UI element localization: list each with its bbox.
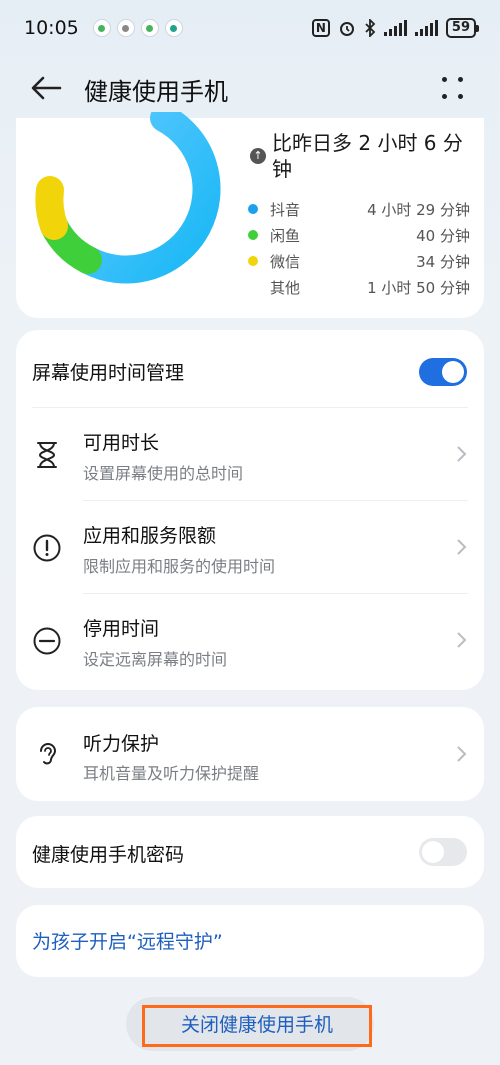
more-options-icon[interactable] xyxy=(440,74,466,102)
legend-dot xyxy=(248,282,258,292)
screen-time-label: 屏幕使用时间管理 xyxy=(32,362,185,384)
setting-item-subtitle: 设定远离屏幕的时间 xyxy=(83,650,228,669)
setting-item-downtime[interactable]: 停用时间 设定远离屏幕的时间 xyxy=(16,594,484,686)
legend-item: 其他 1 小时 50 分钟 xyxy=(248,274,470,300)
setting-item-title: 可用时长 xyxy=(83,432,160,454)
usage-legend: 抖音 4 小时 29 分钟 闲鱼 40 分钟 微信 34 分钟 其他 1 小时 … xyxy=(248,196,470,300)
minus-circle-icon xyxy=(33,627,61,655)
up-arrow-icon: ↑ xyxy=(250,148,266,164)
ring-segment-douyin xyxy=(74,112,221,284)
password-toggle[interactable] xyxy=(419,838,467,866)
hearing-subtitle: 耳机音量及听力保护提醒 xyxy=(83,764,260,783)
battery-icon: 59 xyxy=(445,18,480,38)
status-bar: 10:05 N 59 xyxy=(0,0,500,56)
alert-circle-icon xyxy=(33,534,61,562)
status-time: 10:05 xyxy=(24,17,79,39)
setting-item-available-duration[interactable]: 可用时长 设置屏幕使用的总时间 xyxy=(16,408,484,500)
legend-value: 1 小时 50 分钟 xyxy=(367,278,470,297)
legend-value: 4 小时 29 分钟 xyxy=(367,200,470,219)
setting-item-subtitle: 设置屏幕使用的总时间 xyxy=(83,464,244,483)
chevron-right-icon xyxy=(457,446,467,462)
clock-icon xyxy=(164,19,183,37)
top-bar: 健康使用手机 xyxy=(0,60,500,116)
password-card: 健康使用手机密码 xyxy=(16,816,484,888)
chevron-right-icon xyxy=(457,746,467,762)
chevron-right-icon xyxy=(457,632,467,648)
page-title: 健康使用手机 xyxy=(84,78,228,106)
setting-item-app-limits[interactable]: 应用和服务限额 限制应用和服务的使用时间 xyxy=(16,501,484,593)
bluetooth-icon xyxy=(365,19,376,37)
legend-item: 闲鱼 40 分钟 xyxy=(248,222,470,248)
ear-icon xyxy=(40,743,57,765)
password-label: 健康使用手机密码 xyxy=(32,844,185,866)
remote-guard-link[interactable]: 为孩子开启“远程守护” xyxy=(32,927,223,954)
close-health-label[interactable]: 关闭健康使用手机 xyxy=(142,1010,372,1037)
nfc-icon: N xyxy=(311,19,330,37)
legend-name: 其他 xyxy=(270,278,301,297)
signal-icon xyxy=(383,20,407,36)
chevron-right-icon xyxy=(457,539,467,555)
alarm-icon xyxy=(339,22,354,36)
legend-item: 微信 34 分钟 xyxy=(248,248,470,274)
legend-value: 40 分钟 xyxy=(416,226,470,245)
legend-name: 微信 xyxy=(270,252,301,271)
wechat-icon xyxy=(140,19,159,37)
legend-value: 34 分钟 xyxy=(416,252,470,271)
setting-item-title: 应用和服务限额 xyxy=(83,525,217,547)
back-arrow-icon[interactable] xyxy=(30,74,62,102)
screen-time-toggle[interactable] xyxy=(419,358,467,386)
legend-dot xyxy=(248,230,258,240)
hourglass-icon xyxy=(37,442,57,468)
comparison-text: 比昨日多 2 小时 6 分钟 xyxy=(272,131,463,181)
legend-name: 闲鱼 xyxy=(270,226,301,245)
wechat-icon xyxy=(92,19,111,37)
ring-segment-weixin xyxy=(35,176,68,240)
usage-summary-card: ↑ 比昨日多 2 小时 6 分钟 抖音 4 小时 29 分钟 闲鱼 40 分钟 … xyxy=(16,112,484,318)
notification-icons xyxy=(92,19,183,37)
legend-item: 抖音 4 小时 29 分钟 xyxy=(248,196,470,222)
signal-icon xyxy=(414,20,438,36)
legend-dot xyxy=(248,256,258,266)
setting-item-title: 停用时间 xyxy=(83,618,160,640)
hearing-protection-card[interactable]: 听力保护 耳机音量及听力保护提醒 xyxy=(16,707,484,801)
legend-name: 抖音 xyxy=(270,200,301,219)
setting-item-subtitle: 限制应用和服务的使用时间 xyxy=(83,557,276,576)
hearing-title: 听力保护 xyxy=(83,733,160,755)
camera-icon xyxy=(116,19,135,37)
remote-guard-card: 为孩子开启“远程守护” xyxy=(16,905,484,977)
screen-time-settings-card: 屏幕使用时间管理 可用时长 设置屏幕使用的总时间 应用和服务限额 限制应用和服务… xyxy=(16,330,484,690)
usage-ring-chart xyxy=(35,112,221,284)
legend-dot xyxy=(248,204,258,214)
